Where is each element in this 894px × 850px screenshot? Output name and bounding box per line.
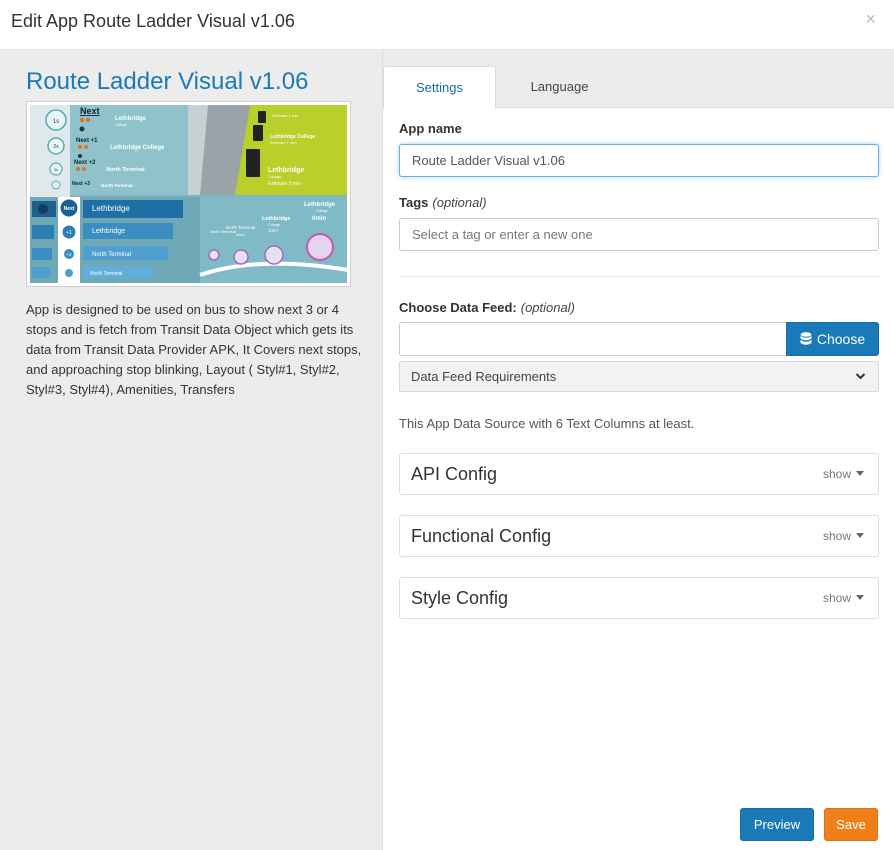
save-button[interactable]: Save <box>824 808 878 841</box>
preview-lethbridge-map: Lethbridge <box>262 216 290 222</box>
database-icon <box>800 332 812 345</box>
api-config-show-label: show <box>822 467 851 481</box>
preview-button[interactable]: Preview <box>740 808 814 841</box>
choose-feed-label: Choose <box>816 331 866 347</box>
preview-next-3: Next +3 <box>72 181 90 187</box>
chevron-down-icon <box>855 362 866 403</box>
caret-down-icon <box>856 533 864 538</box>
app-info-pane: Route Ladder Visual v1.06 1s 2s 3s Next … <box>0 50 382 850</box>
data-feed-input[interactable] <box>399 322 787 356</box>
functional-config-show-label: show <box>822 529 851 543</box>
preview-next-1: Next +1 <box>76 138 98 144</box>
preview-next: Next <box>80 106 100 116</box>
data-feed-requirements-label: Data Feed Requirements <box>411 369 557 384</box>
app-heading: Route Ladder Visual v1.06 <box>26 68 309 95</box>
modal-header: Edit App Route Ladder Visual v1.06 × <box>0 0 894 50</box>
tab-language[interactable]: Language <box>503 66 616 108</box>
preview-next-2: Next +2 <box>74 160 96 166</box>
preview-stop-1s: 1s <box>53 119 59 125</box>
style-config-show-toggle[interactable]: show <box>823 578 864 618</box>
data-feed-label: Choose Data Feed: (optional) <box>399 300 575 315</box>
preview-north-terminal-map-2: North Terminal <box>226 225 255 230</box>
preview-next-badge: Next <box>64 206 75 212</box>
app-description: App is designed to be used on bus to sho… <box>26 302 362 397</box>
preview-0min: 0min <box>312 216 326 222</box>
preview-lethbridge-college: Lethbridge College <box>110 145 165 151</box>
app-preview-thumbnail: 1s 2s 3s Next Next +1 Next +2 Next +3 Le… <box>30 105 347 283</box>
tags-label: Tags (optional) <box>399 195 487 210</box>
settings-pane: Settings Language App name Tags(optional… <box>382 50 894 850</box>
api-config-panel[interactable]: API Config show <box>399 453 879 495</box>
functional-config-panel[interactable]: Functional Config show <box>399 515 879 557</box>
preview-college: College <box>115 123 127 127</box>
data-feed-group: Choose <box>399 322 879 356</box>
style-config-panel[interactable]: Style Config show <box>399 577 879 619</box>
app-name-label: App name <box>399 121 462 136</box>
form-divider <box>399 276 879 277</box>
tags-label-text: Tags <box>399 195 429 210</box>
preview-college-map: College <box>268 223 280 227</box>
modal-title: Edit App Route Ladder Visual v1.06 <box>11 11 295 31</box>
preview-1min: 1min <box>268 228 278 233</box>
tags-input[interactable] <box>399 218 879 251</box>
preview-plus-2: +2 <box>66 252 72 257</box>
tags-optional: (optional) <box>432 195 487 210</box>
preview-college-map-2: College <box>316 209 328 213</box>
tab-bar: Settings Language <box>383 50 894 109</box>
functional-config-title: Functional Config <box>411 526 552 546</box>
preview-north-terminal-row: North Terminal <box>92 252 131 258</box>
preview-north-terminal: North Terminal <box>106 167 145 173</box>
preview-2min: 2min <box>236 232 245 237</box>
style-config-show-label: show <box>822 591 851 605</box>
data-feed-requirements-toggle[interactable]: Data Feed Requirements <box>399 361 879 392</box>
preview-estimate-1: Estimate 1 min <box>270 140 296 145</box>
preview-lethbridge-row-2: Lethbridge <box>92 228 125 235</box>
data-feed-optional: (optional) <box>520 300 575 315</box>
functional-config-show-toggle[interactable]: show <box>823 516 864 556</box>
route-ladder-preview-graphic: 1s 2s 3s Next Next +1 Next +2 Next +3 Le… <box>30 105 347 283</box>
preview-stop-3s: 3s <box>54 167 58 172</box>
app-preview-image: 1s 2s 3s Next Next +1 Next +2 Next +3 Le… <box>26 101 351 287</box>
preview-lethbridge: Lethbridge <box>115 116 147 122</box>
preview-lethbridge-map-2: Lethbridge <box>304 202 336 208</box>
preview-estimate-1-top: Estimate 1 min <box>272 113 298 118</box>
preview-college-road: College <box>268 174 282 179</box>
data-feed-label-text: Choose Data Feed: <box>399 300 517 315</box>
style-config-title: Style Config <box>411 588 509 608</box>
caret-down-icon <box>856 471 864 476</box>
preview-lethbridge-road: Lethbridge <box>268 167 304 174</box>
choose-feed-button[interactable]: Choose <box>786 322 879 356</box>
app-name-input[interactable] <box>399 144 879 177</box>
preview-stop-2s: 2s <box>53 144 59 150</box>
data-source-note: This App Data Source with 6 Text Columns… <box>399 416 695 431</box>
preview-estimate-0: Estimate 0 min <box>268 181 301 187</box>
close-icon[interactable]: × <box>865 10 876 28</box>
preview-north-terminal-row-2: North Terminal <box>90 271 122 277</box>
tab-settings[interactable]: Settings <box>383 66 496 109</box>
api-config-show-toggle[interactable]: show <box>823 454 864 494</box>
preview-north-terminal-small: North Terminal <box>101 183 133 188</box>
preview-plus-1: +1 <box>66 230 72 236</box>
caret-down-icon <box>856 595 864 600</box>
preview-lethbridge-row: Lethbridge <box>92 204 130 213</box>
api-config-title: API Config <box>411 464 498 484</box>
